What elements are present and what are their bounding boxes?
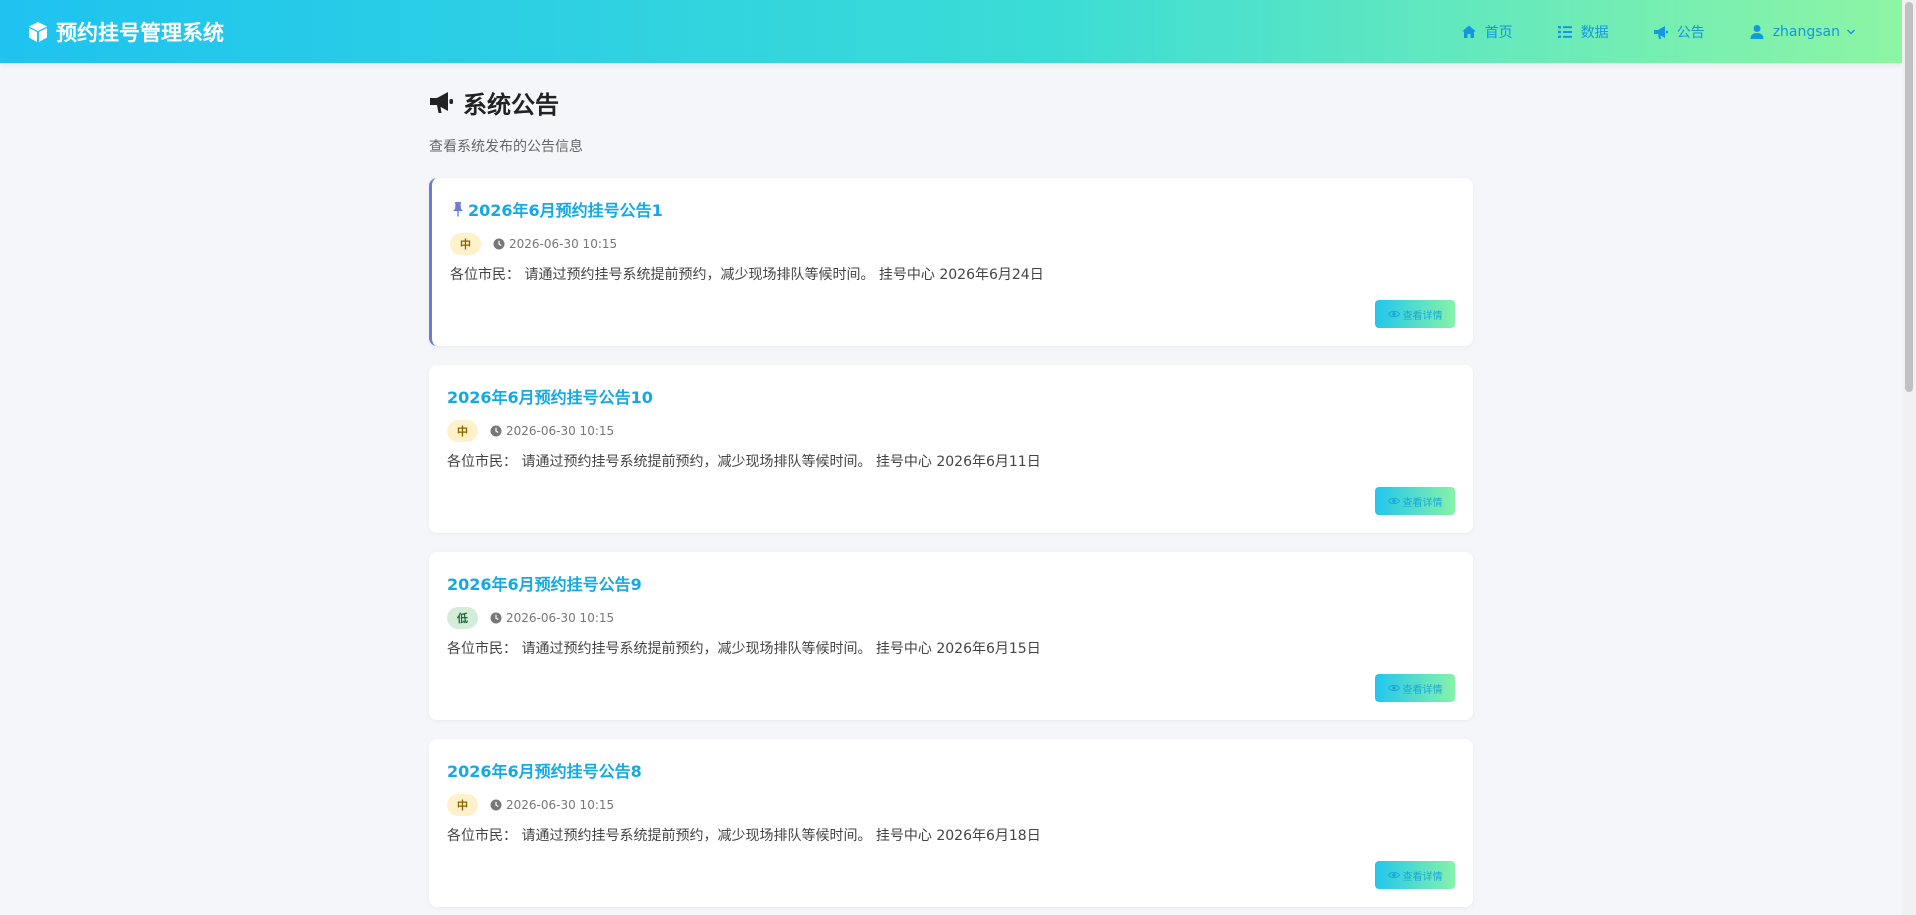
page-title-text: 系统公告: [463, 90, 559, 119]
notice-summary: 各位市民： 请通过预约挂号系统提前预约，减少现场排队等候时间。 挂号中心 202…: [447, 828, 1041, 844]
priority-badge: 中: [450, 233, 481, 255]
notice-list: 2026年6月预约挂号公告1 中 2026-06-30 10:15 各位市民： …: [429, 178, 1473, 907]
notice-card: 2026年6月预约挂号公告1 中 2026-06-30 10:15 各位市民： …: [429, 178, 1473, 346]
view-detail-button[interactable]: 查看详情: [1375, 674, 1455, 702]
notice-meta: 中 2026-06-30 10:15: [447, 419, 1455, 443]
priority-badge: 中: [447, 794, 478, 816]
page-title: 系统公告: [429, 80, 1473, 124]
notice-title-text: 2026年6月预约挂号公告10: [447, 388, 653, 407]
notice-time-text: 2026-06-30 10:15: [506, 424, 615, 438]
notice-time: 2026-06-30 10:15: [490, 611, 614, 625]
notice-time-text: 2026-06-30 10:15: [506, 611, 615, 625]
list-icon: [1557, 24, 1573, 40]
notice-time: 2026-06-30 10:15: [490, 798, 614, 812]
eye-icon: [1387, 495, 1400, 507]
notice-card: 2026年6月预约挂号公告10 中 2026-06-30 10:15 各位市民：…: [429, 365, 1473, 533]
notice-summary: 各位市民： 请通过预约挂号系统提前预约，减少现场排队等候时间。 挂号中心 202…: [447, 641, 1041, 657]
view-detail-label: 查看详情: [1402, 684, 1443, 696]
clock-icon: [490, 612, 502, 624]
page-subtitle: 查看系统发布的公告信息: [429, 139, 583, 155]
cube-icon: [26, 20, 50, 44]
nav-item-notice[interactable]: 公告: [1653, 22, 1705, 42]
user-menu[interactable]: zhangsan: [1749, 24, 1856, 40]
notice-summary: 各位市民： 请通过预约挂号系统提前预约，减少现场排队等候时间。 挂号中心 202…: [447, 454, 1041, 470]
notice-title-text: 2026年6月预约挂号公告1: [468, 201, 663, 220]
notice-time: 2026-06-30 10:15: [490, 424, 614, 438]
notice-meta: 中 2026-06-30 10:15: [450, 232, 1455, 256]
notice-time: 2026-06-30 10:15: [493, 237, 617, 251]
view-detail-button[interactable]: 查看详情: [1375, 861, 1455, 889]
notice-title[interactable]: 2026年6月预约挂号公告9: [447, 572, 1455, 594]
notice-title-text: 2026年6月预约挂号公告8: [447, 762, 642, 781]
page-scrollbar[interactable]: [1902, 0, 1916, 915]
bullhorn-icon: [1653, 24, 1669, 40]
scrollbar-thumb[interactable]: [1905, 2, 1913, 392]
eye-icon: [1387, 308, 1400, 320]
user-name: zhangsan: [1772, 23, 1840, 40]
notice-title[interactable]: 2026年6月预约挂号公告1: [450, 198, 1455, 220]
top-navbar: 预约挂号管理系统 首页 数据 公告 zhangsan: [0, 0, 1902, 63]
notice-meta: 低 2026-06-30 10:15: [447, 606, 1455, 630]
brand-logo[interactable]: 预约挂号管理系统: [26, 0, 224, 63]
nav-item-data-label: 数据: [1580, 24, 1609, 41]
priority-badge: 中: [447, 420, 478, 442]
view-detail-label: 查看详情: [1402, 497, 1443, 509]
notice-title[interactable]: 2026年6月预约挂号公告10: [447, 385, 1455, 407]
notice-title[interactable]: 2026年6月预约挂号公告8: [447, 759, 1455, 781]
notice-meta: 中 2026-06-30 10:15: [447, 793, 1455, 817]
view-detail-button[interactable]: 查看详情: [1375, 487, 1455, 515]
notice-card: 2026年6月预约挂号公告9 低 2026-06-30 10:15 各位市民： …: [429, 552, 1473, 720]
page: 预约挂号管理系统 首页 数据 公告 zhangsan 系统公告 查看系统发布的公…: [0, 0, 1916, 915]
view-detail-button[interactable]: 查看详情: [1375, 300, 1455, 328]
notice-title-text: 2026年6月预约挂号公告9: [447, 575, 642, 594]
nav-item-home-label: 首页: [1484, 24, 1513, 41]
nav-item-home[interactable]: 首页: [1461, 22, 1513, 42]
clock-icon: [490, 425, 502, 437]
chevron-down-icon: [1846, 27, 1856, 37]
notice-card: 2026年6月预约挂号公告8 中 2026-06-30 10:15 各位市民： …: [429, 739, 1473, 907]
user-icon: [1749, 24, 1765, 40]
notice-summary: 各位市民： 请通过预约挂号系统提前预约，减少现场排队等候时间。 挂号中心 202…: [450, 267, 1044, 283]
bullhorn-icon: [429, 89, 455, 115]
notice-time-text: 2026-06-30 10:15: [509, 237, 618, 251]
clock-icon: [490, 799, 502, 811]
clock-icon: [493, 238, 505, 250]
nav-item-data[interactable]: 数据: [1557, 22, 1609, 42]
home-icon: [1461, 24, 1477, 40]
eye-icon: [1387, 682, 1400, 694]
nav-item-notice-label: 公告: [1676, 24, 1705, 41]
main-content: 系统公告 查看系统发布的公告信息 2026年6月预约挂号公告1 中 2026-0…: [429, 80, 1473, 915]
view-detail-label: 查看详情: [1402, 871, 1443, 883]
eye-icon: [1387, 869, 1400, 881]
priority-badge: 低: [447, 607, 478, 629]
nav-menu: 首页 数据 公告 zhangsan: [1417, 0, 1856, 63]
pin-icon: [450, 201, 466, 217]
brand-title: 预约挂号管理系统: [56, 20, 224, 45]
notice-time-text: 2026-06-30 10:15: [506, 798, 615, 812]
view-detail-label: 查看详情: [1402, 310, 1443, 322]
